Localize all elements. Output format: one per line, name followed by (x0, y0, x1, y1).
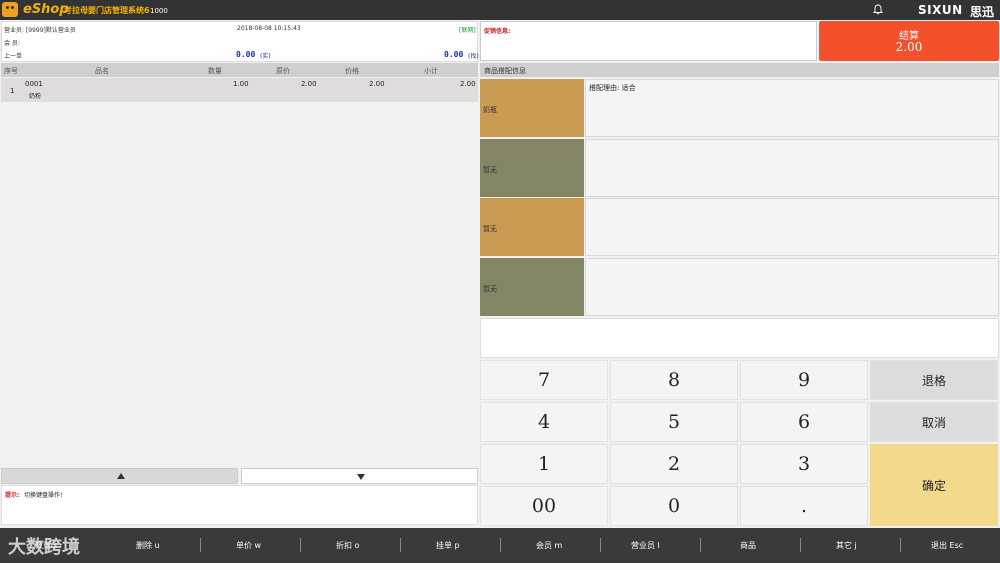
transaction-info: 营业员: [9999]默认营业员 2018-08-08 10:15:43 [联网… (1, 21, 479, 62)
tip-label: 提示: (5, 492, 20, 499)
paid-unit: (实) (260, 53, 271, 60)
watermark-logo: 大数跨境 (8, 537, 80, 558)
backspace-button[interactable]: 退格 (870, 360, 998, 400)
change-amount: 0.00 (444, 50, 464, 59)
arrow-down-icon (357, 474, 365, 480)
match-reason: 搭配理由: 适合 (589, 84, 636, 92)
change-unit: (找) (468, 53, 479, 60)
promo-info: 促销信息: (480, 21, 817, 61)
col-qty: 数量 (208, 67, 222, 75)
col-price: 价格 (345, 67, 359, 75)
func-unit-price[interactable]: 单价 w (236, 540, 261, 551)
row-orig-price: 2.00 (301, 80, 317, 88)
match-item-tile[interactable]: 暂无 (480, 258, 584, 316)
divider (200, 538, 201, 552)
cashier-label: 营业员: [9999]默认营业员 (4, 27, 76, 34)
row-qty: 1.00 (233, 80, 249, 88)
logo-bear-icon (2, 2, 18, 17)
bell-icon[interactable] (873, 4, 883, 15)
top-bar: eShop 考拉母婴门店管理系统6 1000 SIXUN 思迅 (0, 0, 1000, 20)
match-row: 暂无 (480, 198, 999, 256)
item-table-header: 序号 品名 数量 原价 价格 小计 (1, 63, 478, 77)
function-bar: 数量 s 删除 u 单价 w 折扣 o 挂单 p 会员 m 营业员 l 商品 其… (0, 528, 1000, 563)
page-up-button[interactable] (1, 468, 238, 484)
match-reason-box (585, 139, 999, 197)
confirm-button[interactable]: 确定 (870, 444, 998, 526)
divider (800, 538, 801, 552)
member-label: 会 员: (4, 40, 20, 47)
match-header: 商品搭配信息 (480, 63, 999, 77)
app-title: 考拉母婴门店管理系统6 (64, 6, 150, 15)
func-hold-order[interactable]: 挂单 p (436, 540, 460, 551)
col-subtotal: 小计 (424, 67, 438, 75)
match-item-name: 奶瓶 (483, 106, 497, 114)
checkout-button[interactable]: 结算 2.00 (819, 21, 999, 61)
row-name: 奶粉 (29, 93, 42, 100)
func-delete[interactable]: 删除 u (136, 540, 160, 551)
col-orig-price: 原价 (276, 67, 290, 75)
key-3[interactable]: 3 (740, 444, 868, 484)
promo-label: 促销信息: (484, 28, 511, 35)
key-0[interactable]: 0 (610, 486, 738, 526)
arrow-up-icon (117, 473, 125, 479)
page-down-button[interactable] (241, 468, 478, 484)
divider (500, 538, 501, 552)
func-member[interactable]: 会员 m (536, 540, 562, 551)
match-heading: 商品搭配信息 (484, 67, 526, 75)
cancel-button[interactable]: 取消 (870, 402, 998, 442)
last-order-label: 上一单 (4, 53, 23, 60)
func-cashier[interactable]: 营业员 l (631, 540, 660, 551)
match-item-tile[interactable]: 暂无 (480, 198, 584, 256)
vendor-logo: SIXUN (918, 3, 963, 17)
paid-amount: 0.00 (236, 50, 256, 59)
match-row: 暂无 (480, 139, 999, 197)
tip-text: 切换键盘操作! (24, 492, 63, 499)
match-item-tile[interactable]: 奶瓶 (480, 79, 584, 137)
match-item-name: 暂无 (483, 225, 497, 233)
input-display[interactable] (480, 318, 999, 358)
tip-box: 提示: 切换键盘操作! (1, 485, 478, 525)
key-4[interactable]: 4 (480, 402, 608, 442)
table-body (1, 102, 478, 466)
row-code: 0001 (25, 80, 43, 88)
divider (600, 538, 601, 552)
row-price: 2.00 (369, 80, 385, 88)
table-row[interactable]: 1 0001 奶粉 1.00 2.00 2.00 2.00 (1, 78, 478, 102)
divider (900, 538, 901, 552)
match-item-name: 暂无 (483, 166, 497, 174)
func-other[interactable]: 其它 j (836, 540, 857, 551)
checkout-amount: 2.00 (895, 40, 923, 54)
func-discount[interactable]: 折扣 o (336, 540, 359, 551)
match-reason-box: 搭配理由: 适合 (585, 79, 999, 137)
match-reason-box (585, 258, 999, 316)
key-8[interactable]: 8 (610, 360, 738, 400)
key-2[interactable]: 2 (610, 444, 738, 484)
match-row: 奶瓶 搭配理由: 适合 (480, 79, 999, 137)
divider (300, 538, 301, 552)
vendor-logo-cn: 思迅 (970, 5, 995, 19)
match-reason-box (585, 198, 999, 256)
key-00[interactable]: 00 (480, 486, 608, 526)
func-product[interactable]: 商品 (740, 540, 756, 551)
store-code: 1000 (150, 7, 168, 15)
key-1[interactable]: 1 (480, 444, 608, 484)
match-item-name: 暂无 (483, 285, 497, 293)
func-exit[interactable]: 退出 Esc (931, 540, 963, 551)
match-item-tile[interactable]: 暂无 (480, 139, 584, 197)
divider (400, 538, 401, 552)
row-no: 1 (10, 87, 15, 95)
key-dot[interactable]: . (740, 486, 868, 526)
col-name: 品名 (95, 67, 109, 75)
col-no: 序号 (4, 67, 18, 75)
datetime: 2018-08-08 10:15:43 (237, 25, 301, 32)
brand-name: eShop (23, 2, 69, 17)
key-9[interactable]: 9 (740, 360, 868, 400)
divider (700, 538, 701, 552)
key-5[interactable]: 5 (610, 402, 738, 442)
row-subtotal: 2.00 (460, 80, 476, 88)
key-6[interactable]: 6 (740, 402, 868, 442)
network-status: [联网] (459, 27, 476, 34)
match-row: 暂无 (480, 258, 999, 316)
key-7[interactable]: 7 (480, 360, 608, 400)
